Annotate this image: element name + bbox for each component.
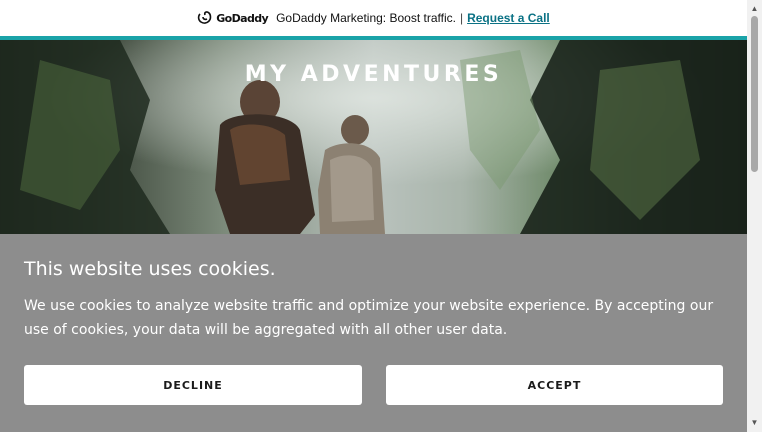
godaddy-icon xyxy=(198,11,212,24)
promo-bar: GoDaddy GoDaddy Marketing: Boost traffic… xyxy=(0,0,747,36)
godaddy-logo: GoDaddy xyxy=(197,11,269,25)
cookie-title: This website uses cookies. xyxy=(24,258,276,280)
scroll-up-icon[interactable]: ▲ xyxy=(747,2,762,16)
promo-separator: | xyxy=(459,11,464,25)
hero-banner: MY ADVENTURES xyxy=(0,40,747,234)
cookie-consent-banner: This website uses cookies. We use cookie… xyxy=(0,234,747,432)
scroll-down-icon[interactable]: ▼ xyxy=(747,416,762,430)
page-scrollbar[interactable]: ▲ ▼ xyxy=(747,0,762,432)
accept-button[interactable]: ACCEPT xyxy=(386,365,723,405)
cookie-description: We use cookies to analyze website traffi… xyxy=(24,298,714,338)
decline-button[interactable]: DECLINE xyxy=(24,365,362,405)
scroll-thumb[interactable] xyxy=(751,16,758,172)
request-call-link[interactable]: Request a Call xyxy=(467,11,550,25)
page-title: MY ADVENTURES xyxy=(244,62,503,87)
promo-message: GoDaddy Marketing: Boost traffic. xyxy=(276,11,456,25)
godaddy-logo-text: GoDaddy xyxy=(216,11,269,25)
